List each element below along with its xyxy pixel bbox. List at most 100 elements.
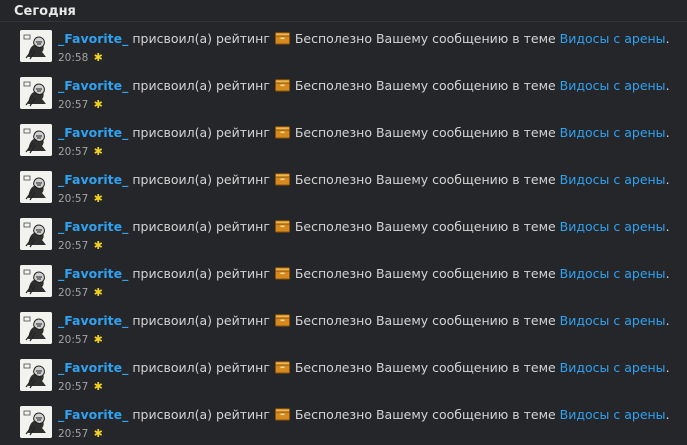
rating-box-icon — [274, 79, 290, 96]
action-text: присвоил(а) рейтинг — [132, 31, 270, 46]
user-avatar[interactable] — [20, 265, 52, 297]
message-text: Вашему сообщению в теме — [375, 266, 556, 281]
topic-link[interactable]: Видосы с арены — [560, 172, 666, 187]
rating-label: Бесполезно — [294, 360, 372, 375]
alerts-panel: Сегодня _Favorite_ присвоил(а) рейтинг Б… — [0, 0, 687, 445]
alert-item: _Favorite_ присвоил(а) рейтинг Бесполезн… — [0, 257, 687, 304]
user-avatar[interactable] — [20, 406, 52, 438]
sentence-end: . — [665, 125, 670, 140]
action-text: присвоил(а) рейтинг — [132, 360, 270, 375]
user-avatar[interactable] — [20, 124, 52, 156]
alert-item: _Favorite_ присвоил(а) рейтинг Бесполезн… — [0, 351, 687, 398]
message-text: Вашему сообщению в теме — [375, 78, 556, 93]
alert-text: _Favorite_ присвоил(а) рейтинг Бесполезн… — [58, 78, 670, 96]
rating-box-icon — [274, 408, 290, 425]
rating-box-icon — [274, 173, 290, 190]
alert-meta: 20:57 ✱ — [58, 145, 103, 159]
action-text: присвоил(а) рейтинг — [132, 172, 270, 187]
topic-link[interactable]: Видосы с арены — [560, 407, 666, 422]
timestamp: 20:57 — [58, 240, 89, 252]
timestamp: 20:57 — [58, 99, 89, 111]
user-avatar[interactable] — [20, 30, 52, 62]
topic-link[interactable]: Видосы с арены — [560, 31, 666, 46]
sentence-end: . — [665, 31, 670, 46]
action-text: присвоил(а) рейтинг — [132, 313, 270, 328]
action-text: присвоил(а) рейтинг — [132, 266, 270, 281]
username-link[interactable]: _Favorite_ — [58, 78, 128, 93]
username-link[interactable]: _Favorite_ — [58, 407, 128, 422]
yellow-star-icon: ✱ — [93, 51, 103, 64]
timestamp: 20:57 — [58, 334, 89, 346]
alert-meta: 20:57 ✱ — [58, 286, 103, 300]
section-header: Сегодня — [0, 0, 687, 22]
alert-text: _Favorite_ присвоил(а) рейтинг Бесполезн… — [58, 31, 670, 49]
rating-box-icon — [274, 361, 290, 378]
sentence-end: . — [665, 172, 670, 187]
username-link[interactable]: _Favorite_ — [58, 360, 128, 375]
timestamp: 20:57 — [58, 428, 89, 440]
rating-label: Бесполезно — [294, 125, 372, 140]
topic-link[interactable]: Видосы с арены — [560, 78, 666, 93]
action-text: присвоил(а) рейтинг — [132, 219, 270, 234]
alert-text: _Favorite_ присвоил(а) рейтинг Бесполезн… — [58, 360, 670, 378]
user-avatar[interactable] — [20, 359, 52, 391]
yellow-star-icon: ✱ — [93, 98, 103, 111]
user-avatar[interactable] — [20, 312, 52, 344]
rating-label: Бесполезно — [294, 31, 372, 46]
timestamp: 20:57 — [58, 381, 89, 393]
alert-item: _Favorite_ присвоил(а) рейтинг Бесполезн… — [0, 210, 687, 257]
alert-meta: 20:57 ✱ — [58, 333, 103, 347]
action-text: присвоил(а) рейтинг — [132, 78, 270, 93]
yellow-star-icon: ✱ — [93, 192, 103, 205]
user-avatar[interactable] — [20, 171, 52, 203]
action-text: присвоил(а) рейтинг — [132, 407, 270, 422]
section-title: Сегодня — [14, 4, 76, 19]
rating-box-icon — [274, 267, 290, 284]
alert-item: _Favorite_ присвоил(а) рейтинг Бесполезн… — [0, 22, 687, 69]
alert-text: _Favorite_ присвоил(а) рейтинг Бесполезн… — [58, 266, 670, 284]
user-avatar[interactable] — [20, 218, 52, 250]
alert-item: _Favorite_ присвоил(а) рейтинг Бесполезн… — [0, 304, 687, 351]
rating-box-icon — [274, 126, 290, 143]
alert-meta: 20:57 ✱ — [58, 192, 103, 206]
alert-item: _Favorite_ присвоил(а) рейтинг Бесполезн… — [0, 69, 687, 116]
yellow-star-icon: ✱ — [93, 239, 103, 252]
rating-label: Бесполезно — [294, 172, 372, 187]
yellow-star-icon: ✱ — [93, 380, 103, 393]
topic-link[interactable]: Видосы с арены — [560, 219, 666, 234]
sentence-end: . — [665, 78, 670, 93]
topic-link[interactable]: Видосы с арены — [560, 313, 666, 328]
message-text: Вашему сообщению в теме — [375, 125, 556, 140]
rating-label: Бесполезно — [294, 78, 372, 93]
topic-link[interactable]: Видосы с арены — [560, 266, 666, 281]
yellow-star-icon: ✱ — [93, 286, 103, 299]
alert-meta: 20:57 ✱ — [58, 428, 103, 441]
sentence-end: . — [665, 407, 670, 422]
user-avatar[interactable] — [20, 77, 52, 109]
alert-item: _Favorite_ присвоил(а) рейтинг Бесполезн… — [0, 116, 687, 163]
rating-box-icon — [274, 314, 290, 331]
message-text: Вашему сообщению в теме — [375, 313, 556, 328]
alert-meta: 20:57 ✱ — [58, 380, 103, 394]
rating-label: Бесполезно — [294, 219, 372, 234]
alert-item: _Favorite_ присвоил(а) рейтинг Бесполезн… — [0, 163, 687, 210]
sentence-end: . — [665, 266, 670, 281]
alert-text: _Favorite_ присвоил(а) рейтинг Бесполезн… — [58, 313, 670, 331]
username-link[interactable]: _Favorite_ — [58, 172, 128, 187]
username-link[interactable]: _Favorite_ — [58, 219, 128, 234]
message-text: Вашему сообщению в теме — [375, 219, 556, 234]
yellow-star-icon: ✱ — [93, 333, 103, 346]
alert-meta: 20:57 ✱ — [58, 239, 103, 253]
username-link[interactable]: _Favorite_ — [58, 266, 128, 281]
username-link[interactable]: _Favorite_ — [58, 125, 128, 140]
topic-link[interactable]: Видосы с арены — [560, 360, 666, 375]
action-text: присвоил(а) рейтинг — [132, 125, 270, 140]
sentence-end: . — [665, 360, 670, 375]
alert-text: _Favorite_ присвоил(а) рейтинг Бесполезн… — [58, 172, 670, 190]
timestamp: 20:57 — [58, 287, 89, 299]
alert-meta: 20:58 ✱ — [58, 51, 103, 65]
username-link[interactable]: _Favorite_ — [58, 313, 128, 328]
topic-link[interactable]: Видосы с арены — [560, 125, 666, 140]
yellow-star-icon: ✱ — [93, 145, 103, 158]
username-link[interactable]: _Favorite_ — [58, 31, 128, 46]
